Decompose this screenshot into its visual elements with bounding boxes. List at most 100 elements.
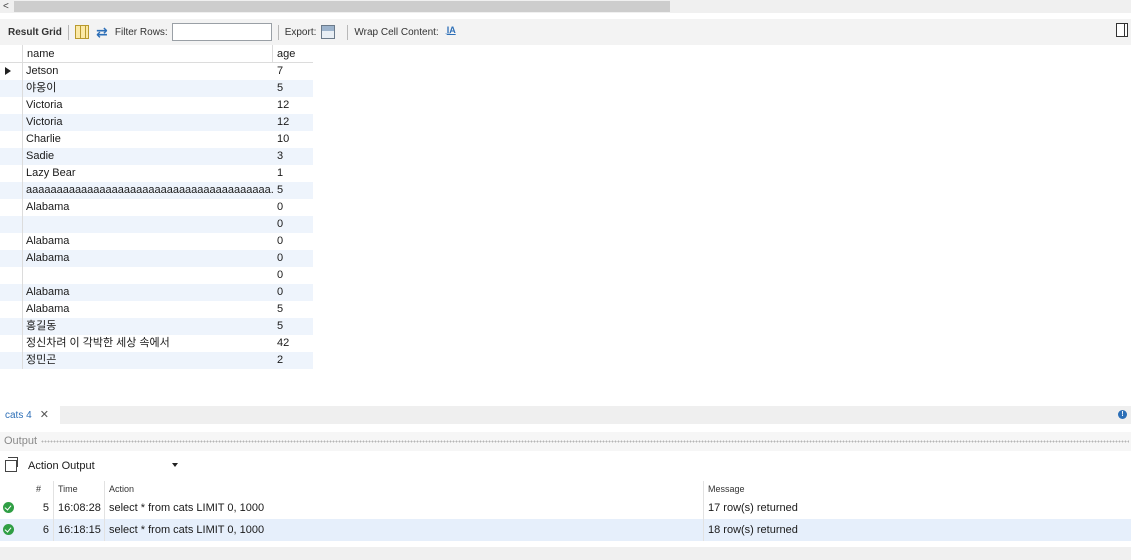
row-header[interactable] bbox=[0, 199, 23, 216]
tab-cats-4[interactable]: cats 4 ✕ bbox=[0, 406, 60, 424]
chevron-down-icon[interactable] bbox=[172, 463, 178, 467]
info-icon[interactable]: ! bbox=[1118, 410, 1127, 419]
cell-age[interactable]: 12 bbox=[273, 97, 313, 114]
table-row[interactable]: Alabama 0 bbox=[0, 250, 313, 267]
row-header[interactable] bbox=[0, 182, 23, 199]
row-header[interactable] bbox=[0, 80, 23, 97]
table-row[interactable]: 0 bbox=[0, 216, 313, 233]
cell-name[interactable]: Alabama bbox=[23, 284, 273, 301]
cell-name[interactable]: Victoria bbox=[23, 97, 273, 114]
table-row[interactable]: Alabama 0 bbox=[0, 233, 313, 250]
row-header[interactable] bbox=[0, 318, 23, 335]
column-header-action[interactable]: Action bbox=[105, 481, 704, 497]
cell-age[interactable]: 5 bbox=[273, 182, 313, 199]
cell-name[interactable]: Alabama bbox=[23, 250, 273, 267]
table-row[interactable]: 0 bbox=[0, 267, 313, 284]
cell-name[interactable]: Alabama bbox=[23, 233, 273, 250]
cell-age[interactable]: 7 bbox=[273, 63, 313, 80]
refresh-icon[interactable]: ⇄ bbox=[95, 25, 109, 39]
table-row[interactable]: aaaaaaaaaaaaaaaaaaaaaaaaaaaaaaaaaaaaaaaa… bbox=[0, 182, 313, 199]
row-header[interactable] bbox=[0, 301, 23, 318]
scrollbar-thumb[interactable] bbox=[14, 1, 670, 12]
table-row[interactable]: 야옹이 5 bbox=[0, 80, 313, 97]
output-action: select * from cats LIMIT 0, 1000 bbox=[105, 497, 704, 519]
row-header[interactable] bbox=[0, 233, 23, 250]
table-row[interactable]: 정민곤 2 bbox=[0, 352, 313, 369]
cell-age[interactable]: 1 bbox=[273, 165, 313, 182]
grid-view-icon[interactable] bbox=[74, 25, 89, 39]
cell-name[interactable]: aaaaaaaaaaaaaaaaaaaaaaaaaaaaaaaaaaaaaaaa… bbox=[23, 182, 273, 199]
cell-age[interactable]: 0 bbox=[273, 267, 313, 284]
copy-icon[interactable] bbox=[5, 457, 18, 472]
cell-age[interactable]: 3 bbox=[273, 148, 313, 165]
row-header[interactable] bbox=[0, 165, 23, 182]
row-header[interactable] bbox=[0, 97, 23, 114]
cell-age[interactable]: 5 bbox=[273, 301, 313, 318]
close-icon[interactable]: ✕ bbox=[40, 409, 49, 421]
table-row[interactable]: Jetson 7 bbox=[0, 63, 313, 80]
cell-age[interactable]: 12 bbox=[273, 114, 313, 131]
cell-name[interactable]: Alabama bbox=[23, 301, 273, 318]
row-header[interactable] bbox=[0, 352, 23, 369]
cell-name[interactable]: 야옹이 bbox=[23, 80, 273, 97]
cell-name[interactable]: 홍길동 bbox=[23, 318, 273, 335]
cell-name[interactable]: 정민곤 bbox=[23, 352, 273, 369]
cell-name[interactable]: Alabama bbox=[23, 199, 273, 216]
column-header-message[interactable]: Message bbox=[704, 481, 1131, 497]
cell-age[interactable]: 0 bbox=[273, 233, 313, 250]
table-row[interactable]: 정신차려 이 각박한 세상 속에서 42 bbox=[0, 335, 313, 352]
cell-name[interactable]: Jetson bbox=[23, 63, 273, 80]
cell-age[interactable]: 5 bbox=[273, 80, 313, 97]
side-panel-toggle-icon[interactable] bbox=[1116, 23, 1128, 37]
list-item[interactable]: 6 16:18:15 select * from cats LIMIT 0, 100… bbox=[0, 519, 1131, 541]
column-header-name[interactable]: name bbox=[23, 45, 273, 62]
cell-age[interactable]: 42 bbox=[273, 335, 313, 352]
row-header[interactable] bbox=[0, 63, 23, 80]
column-header-number[interactable]: # bbox=[22, 481, 54, 497]
output-type-dropdown[interactable]: Action Output bbox=[28, 456, 178, 476]
row-header[interactable] bbox=[0, 335, 23, 352]
cell-name[interactable]: Victoria bbox=[23, 114, 273, 131]
cell-age[interactable]: 2 bbox=[273, 352, 313, 369]
cell-age[interactable]: 0 bbox=[273, 216, 313, 233]
column-header-age[interactable]: age bbox=[273, 45, 313, 62]
row-header[interactable] bbox=[0, 250, 23, 267]
column-header-time[interactable]: Time bbox=[54, 481, 105, 497]
export-icon[interactable] bbox=[321, 25, 336, 39]
scroll-left-icon[interactable]: < bbox=[3, 0, 9, 13]
row-header[interactable] bbox=[0, 131, 23, 148]
cell-name[interactable] bbox=[23, 267, 273, 284]
bottom-scrollbar[interactable] bbox=[0, 547, 1131, 560]
result-grid-label[interactable]: Result Grid bbox=[8, 27, 62, 38]
cell-name[interactable]: Charlie bbox=[23, 131, 273, 148]
list-item[interactable]: 5 16:08:28 select * from cats LIMIT 0, 100… bbox=[0, 497, 1131, 519]
horizontal-scrollbar[interactable]: < bbox=[0, 0, 1131, 13]
table-row[interactable]: Sadie 3 bbox=[0, 148, 313, 165]
table-row[interactable]: Alabama 0 bbox=[0, 199, 313, 216]
cell-name[interactable]: 정신차려 이 각박한 세상 속에서 bbox=[23, 335, 273, 352]
row-header[interactable] bbox=[0, 267, 23, 284]
wrap-cell-icon[interactable]: I̲A bbox=[447, 25, 461, 39]
row-header[interactable] bbox=[0, 114, 23, 131]
row-header[interactable] bbox=[0, 148, 23, 165]
table-row[interactable]: Lazy Bear 1 bbox=[0, 165, 313, 182]
row-header-corner[interactable] bbox=[0, 45, 23, 62]
row-header[interactable] bbox=[0, 284, 23, 301]
cell-age[interactable]: 0 bbox=[273, 250, 313, 267]
cell-name[interactable]: Lazy Bear bbox=[23, 165, 273, 182]
table-row[interactable]: Alabama 0 bbox=[0, 284, 313, 301]
table-row[interactable]: Victoria 12 bbox=[0, 114, 313, 131]
cell-age[interactable]: 0 bbox=[273, 199, 313, 216]
cell-name[interactable] bbox=[23, 216, 273, 233]
cell-name[interactable]: Sadie bbox=[23, 148, 273, 165]
cell-age[interactable]: 10 bbox=[273, 131, 313, 148]
output-drag-handle[interactable] bbox=[41, 440, 1129, 443]
cell-age[interactable]: 5 bbox=[273, 318, 313, 335]
filter-rows-input[interactable] bbox=[171, 23, 272, 41]
cell-age[interactable]: 0 bbox=[273, 284, 313, 301]
table-row[interactable]: Charlie 10 bbox=[0, 131, 313, 148]
row-header[interactable] bbox=[0, 216, 23, 233]
table-row[interactable]: 홍길동 5 bbox=[0, 318, 313, 335]
table-row[interactable]: Victoria 12 bbox=[0, 97, 313, 114]
table-row[interactable]: Alabama 5 bbox=[0, 301, 313, 318]
